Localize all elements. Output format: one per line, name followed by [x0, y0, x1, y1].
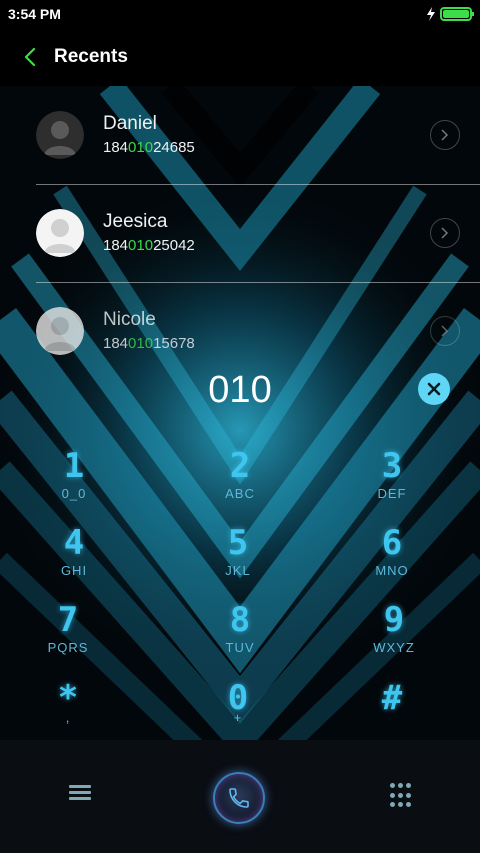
number-prefix: 184: [103, 335, 129, 352]
contact-row[interactable]: Jeesica 18401025042: [36, 184, 480, 282]
key-digit: 8: [229, 600, 251, 640]
bottom-bar: [0, 740, 480, 853]
key-digit: 2: [229, 446, 251, 486]
key-6[interactable]: 6 MNO: [332, 525, 452, 595]
key-digit: 1: [63, 446, 85, 486]
key-digit: #: [381, 678, 403, 718]
key-4[interactable]: 4 GHI: [14, 525, 134, 595]
status-bar: 3:54 PM: [0, 0, 480, 28]
dialpad-toggle-button[interactable]: [388, 783, 412, 809]
key-7[interactable]: 7 PQRS: [8, 602, 128, 672]
header: Recents: [0, 28, 480, 86]
contact-name: Jeesica: [103, 211, 168, 232]
contact-detail-button[interactable]: [430, 120, 460, 150]
key-letters: TUV: [225, 640, 255, 655]
contact-name: Nicole: [103, 309, 156, 330]
close-icon: [427, 382, 441, 396]
key-digit: 3: [381, 446, 403, 486]
key-letters: 0_0: [61, 486, 87, 501]
key-digit: 6: [381, 523, 403, 563]
key-digit: 7: [57, 600, 79, 640]
number-match: 010: [128, 335, 154, 352]
key-1[interactable]: 1 0_0: [14, 448, 134, 518]
number-match: 010: [128, 237, 154, 254]
number-suffix: 15678: [153, 335, 195, 352]
key-letters: PQRS: [47, 640, 89, 655]
dialed-number[interactable]: 010: [0, 366, 480, 414]
person-avatar-icon: [36, 307, 84, 355]
dialpad-icon: [389, 783, 395, 788]
key-letters: ,: [65, 710, 71, 725]
contact-avatar: [36, 111, 84, 159]
key-digit: 5: [227, 523, 249, 563]
number-suffix: 25042: [153, 237, 195, 254]
chevron-right-icon: [441, 129, 449, 141]
battery-icon: [440, 7, 474, 21]
status-icons: [426, 7, 474, 21]
contact-number: 18401015678: [103, 334, 480, 354]
key-digit: 9: [383, 600, 405, 640]
contact-number: 18401024685: [103, 138, 480, 158]
number-prefix: 184: [103, 139, 129, 156]
page-title: Recents: [54, 46, 128, 67]
contact-info: Jeesica 18401025042: [103, 210, 480, 256]
key-letters: JKL: [225, 563, 251, 578]
number-suffix: 24685: [153, 139, 195, 156]
key-8[interactable]: 8 TUV: [180, 602, 300, 672]
key-3[interactable]: 3 DEF: [332, 448, 452, 518]
key-5[interactable]: 5 JKL: [178, 525, 298, 595]
clear-input-button[interactable]: [418, 373, 450, 405]
key-letters: ABC: [225, 486, 255, 501]
menu-button[interactable]: [66, 782, 94, 806]
menu-icon: [69, 785, 91, 788]
key-letters: +: [233, 710, 243, 725]
key-letters: MNO: [375, 563, 409, 578]
contact-info: Nicole 18401015678: [103, 308, 480, 354]
key-letters: WXYZ: [373, 640, 415, 655]
contact-row[interactable]: Daniel 18401024685: [36, 86, 480, 184]
key-digit: 4: [63, 523, 85, 563]
key-9[interactable]: 9 WXYZ: [334, 602, 454, 672]
status-time: 3:54 PM: [8, 6, 61, 22]
number-match: 010: [128, 139, 154, 156]
back-button[interactable]: [18, 42, 42, 72]
chevron-right-icon: [441, 325, 449, 337]
number-prefix: 184: [103, 237, 129, 254]
charging-icon: [427, 7, 435, 21]
person-avatar-icon: [36, 209, 84, 257]
dark-person-avatar-icon: [36, 111, 84, 159]
contact-avatar: [36, 209, 84, 257]
contact-name: Daniel: [103, 113, 157, 134]
contact-info: Daniel 18401024685: [103, 112, 480, 158]
phone-icon: [229, 788, 249, 808]
back-chevron-icon: [24, 48, 36, 66]
key-letters: DEF: [377, 486, 407, 501]
contact-detail-button[interactable]: [430, 316, 460, 346]
call-button[interactable]: [213, 772, 265, 824]
contact-avatar: [36, 307, 84, 355]
battery-level: [443, 10, 469, 18]
key-2[interactable]: 2 ABC: [180, 448, 300, 518]
contact-detail-button[interactable]: [430, 218, 460, 248]
chevron-right-icon: [441, 227, 449, 239]
key-letters: GHI: [60, 563, 88, 578]
contact-number: 18401025042: [103, 236, 480, 256]
